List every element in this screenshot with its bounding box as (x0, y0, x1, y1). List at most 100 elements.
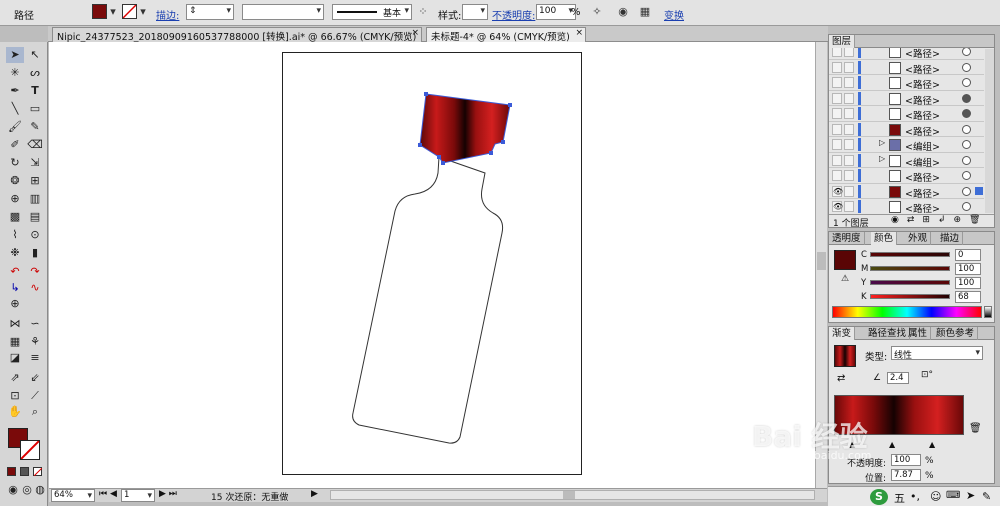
scale-tool-icon[interactable]: ⇲ (26, 155, 44, 171)
rotate-tool-icon[interactable]: ↻ (6, 155, 24, 171)
hand-tool-icon[interactable]: ✋ (6, 404, 24, 420)
gradient-stop-icon[interactable]: ▲ (889, 440, 895, 449)
join-tool-icon[interactable]: ↳ (6, 280, 24, 296)
gradient-location-field[interactable]: 7.87 (891, 469, 921, 481)
shape-builder-icon[interactable]: ⊕ (6, 191, 24, 207)
zoom-tool-icon[interactable]: ⌕ (26, 404, 44, 420)
layer-row[interactable]: <路径> (829, 106, 984, 122)
fill-swatch[interactable] (92, 4, 107, 19)
align-grid-icon[interactable]: ▦ (638, 5, 652, 19)
layer-name[interactable]: <路径> (905, 124, 940, 138)
warp-tool-icon[interactable]: ❂ (6, 173, 24, 189)
horizontal-scrollbar[interactable] (330, 490, 815, 500)
layer-row[interactable]: <路径> (829, 60, 984, 76)
paintbrush-tool-icon[interactable]: 🖌 (6, 119, 24, 135)
target-icon[interactable] (962, 93, 971, 103)
gradient-opacity-field[interactable]: 100 (891, 454, 921, 466)
channel-m-slider[interactable] (870, 266, 950, 271)
target-icon[interactable] (962, 140, 971, 149)
layer-row[interactable]: <路径> (829, 168, 984, 184)
gradient-preview-swatch[interactable] (834, 345, 856, 367)
blend-tool-icon[interactable]: ⊙ (26, 227, 44, 243)
color-swatch[interactable] (834, 250, 856, 270)
gradient-type-dropdown[interactable]: 线性 (891, 346, 983, 361)
channel-m-field[interactable]: 100 (955, 263, 981, 275)
tab-color[interactable]: 颜色 (871, 232, 898, 245)
gradient-stop-icon[interactable]: ▲ (849, 440, 855, 449)
expand-triangle-icon[interactable]: ▷ (879, 138, 885, 147)
tab-color-guide[interactable]: 颜色参考 (933, 327, 979, 340)
wrench-icon[interactable]: ✎ (982, 490, 991, 503)
tab-attributes[interactable]: 属性 (905, 327, 932, 340)
artboard-tool-icon[interactable]: ⋈ (6, 316, 24, 332)
gradient-slider[interactable] (834, 395, 964, 435)
direct-selection-tool-icon[interactable]: ↖ (26, 47, 44, 63)
stroke-color-box[interactable] (20, 440, 40, 460)
layer-name[interactable]: <路径> (905, 108, 940, 122)
bottle-artwork[interactable] (283, 53, 583, 476)
layer-name[interactable]: <路径> (905, 48, 940, 60)
target-icon[interactable] (962, 171, 971, 180)
canvas-area[interactable] (49, 42, 815, 490)
color-spectrum-bar[interactable] (832, 306, 982, 318)
selection-indicator[interactable] (975, 186, 983, 195)
layer-row[interactable]: <路径> (829, 122, 984, 138)
blob-brush-icon[interactable]: ✐ (6, 137, 24, 153)
punctuation-icon[interactable]: •, (910, 490, 920, 503)
layer-row[interactable]: ▷ <编组> (829, 153, 984, 169)
layer-name[interactable]: <路径> (905, 201, 940, 214)
selection-tool-icon[interactable]: ➤ (6, 47, 24, 63)
target-icon[interactable] (962, 186, 971, 196)
lock-toggle[interactable] (844, 92, 854, 104)
magic-wand-icon[interactable]: ✳ (6, 65, 24, 81)
fill-dropdown-icon[interactable]: ▾ (106, 5, 120, 19)
visibility-toggle[interactable] (832, 139, 842, 150)
target-icon[interactable] (962, 155, 971, 165)
bottle-body-outline[interactable] (352, 156, 504, 444)
layer-row[interactable]: <路径> (829, 48, 984, 60)
tab-stroke[interactable]: 描边 (937, 232, 964, 245)
width-tool-icon[interactable]: ↶ (6, 264, 24, 280)
layer-name[interactable]: <路径> (905, 170, 940, 184)
tab-transparency[interactable]: 透明度 (829, 232, 865, 245)
emoji-icon[interactable]: ☺ (930, 490, 941, 503)
type-tool-icon[interactable]: T (26, 83, 44, 99)
lasso-tool-icon[interactable]: ᔕ (26, 65, 44, 81)
angle-field[interactable]: 2.4 (887, 372, 909, 384)
tab-gradient[interactable]: 渐变 (829, 327, 856, 340)
tab-appearance[interactable]: 外观 (905, 232, 932, 245)
black-white-ramp[interactable] (984, 306, 992, 318)
visibility-toggle[interactable] (832, 154, 842, 166)
target-icon[interactable] (962, 124, 971, 134)
target-icon[interactable] (962, 109, 971, 118)
close-icon[interactable]: × (411, 28, 419, 38)
channel-y-slider[interactable] (870, 280, 950, 285)
target-icon[interactable] (962, 78, 971, 87)
layer-name[interactable]: <路径> (905, 77, 940, 91)
lock-toggle[interactable] (844, 185, 854, 197)
stroke-weight-field[interactable]: ⇕ (186, 4, 234, 20)
lock-toggle[interactable] (844, 139, 854, 150)
lock-toggle[interactable] (844, 201, 854, 212)
lock-toggle[interactable] (844, 48, 854, 57)
out-of-gamut-icon[interactable]: ⚠ (841, 274, 849, 284)
transform-label[interactable]: 变换 (664, 7, 684, 22)
stroke-label[interactable]: 描边: (156, 7, 179, 22)
layer-name[interactable]: <路径> (905, 62, 940, 76)
eyedropper-tool-icon[interactable]: ⌇ (6, 227, 24, 243)
stroke-style-dropdown[interactable]: 基本 (332, 4, 412, 20)
visibility-toggle[interactable] (832, 92, 842, 104)
lock-toggle[interactable] (844, 108, 854, 119)
keyboard-icon[interactable]: ⌨ (946, 490, 960, 501)
hand-grab-icon[interactable]: ▦ (6, 334, 24, 350)
ime-mode-char[interactable]: 五 (894, 490, 905, 506)
screen-mode-icon[interactable]: ◍ (31, 482, 49, 498)
channel-k-field[interactable]: 68 (955, 291, 981, 303)
layer-row[interactable]: 👁 <路径> (829, 199, 984, 214)
stroke-dropdown-icon[interactable]: ▾ (136, 5, 150, 19)
mesh-tool-icon[interactable]: ▩ (6, 209, 24, 225)
eyedropper-fill-icon[interactable]: ⇗ (6, 370, 24, 386)
pen-tool-icon[interactable]: ✒ (6, 83, 24, 99)
knife-tool-icon[interactable]: ⟋ (26, 388, 44, 404)
sogou-ime-icon[interactable]: S (870, 489, 888, 505)
